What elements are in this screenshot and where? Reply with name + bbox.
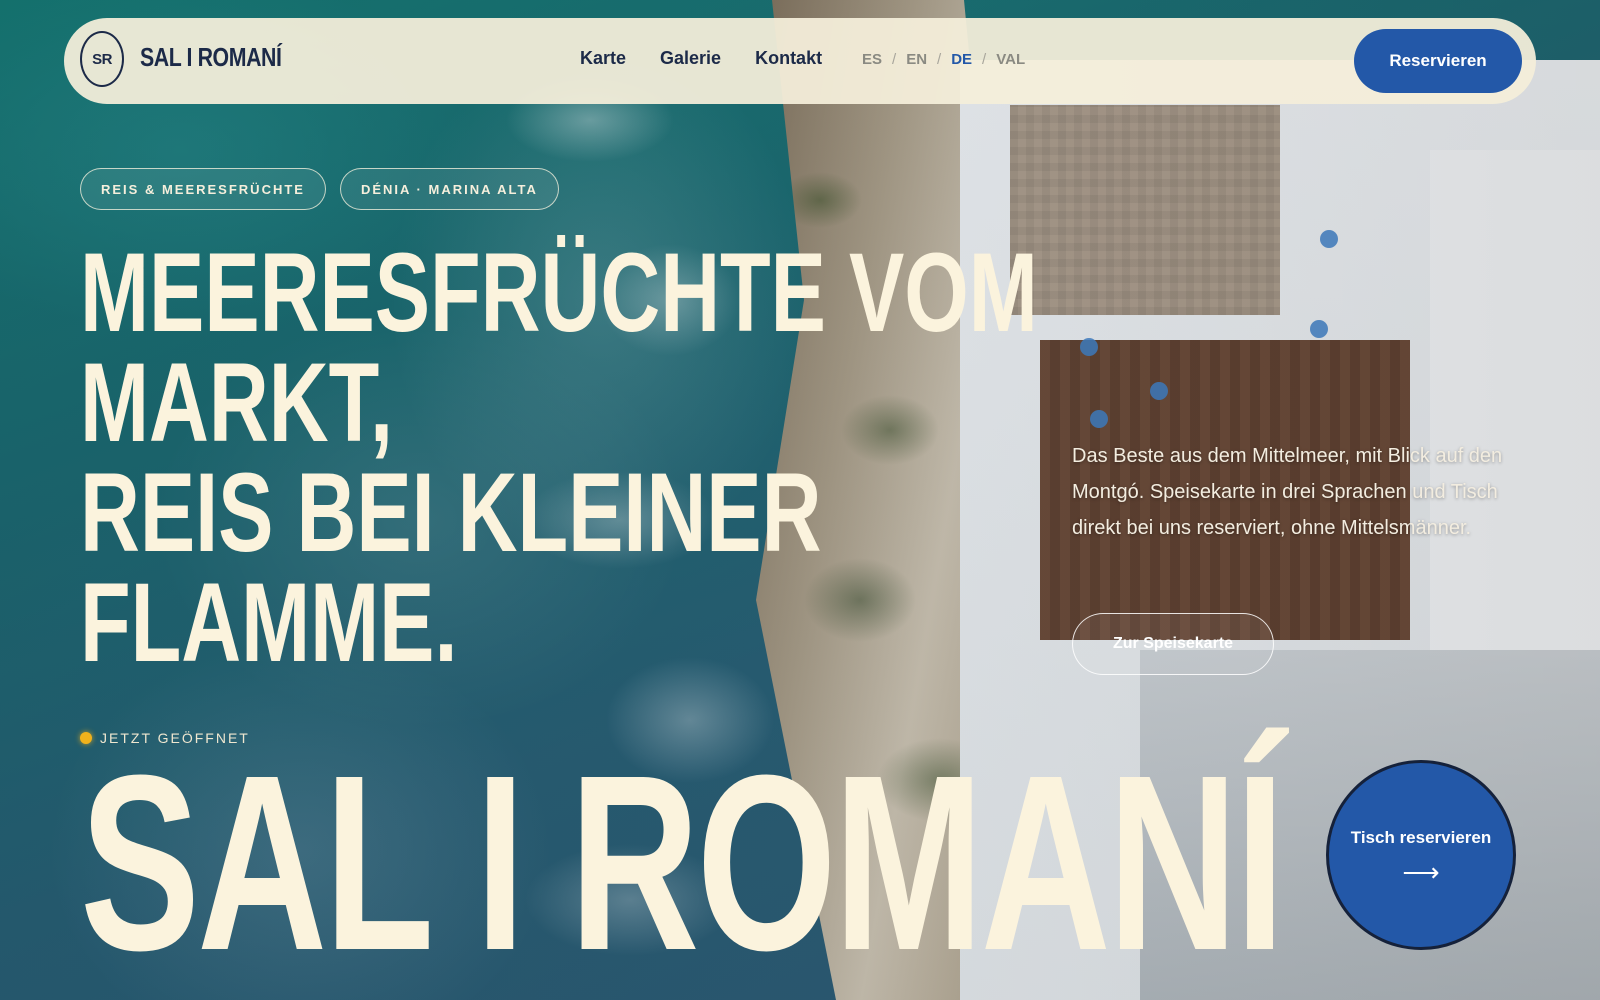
cta-label: Tisch reservieren xyxy=(1350,828,1492,847)
logo-brand-name[interactable]: SAL I ROMANÍ xyxy=(140,42,282,73)
lang-separator: / xyxy=(937,51,942,68)
hero-description: Das Beste aus dem Mittelmeer, mit Blick … xyxy=(1072,445,1503,539)
headline-line-1: MEERESFRÜCHTE VOM xyxy=(80,230,1038,355)
hero-tags: REIS & MEERESFRÜCHTE DÉNIA · MARINA ALTA xyxy=(80,168,559,210)
lang-option-de[interactable]: DE xyxy=(951,51,972,68)
headline-line-4: FLAMME. xyxy=(80,560,458,685)
lang-option-val[interactable]: VAL xyxy=(996,51,1025,68)
lang-separator: / xyxy=(892,51,897,68)
lang-separator: / xyxy=(982,51,987,68)
lang-option-es[interactable]: ES xyxy=(862,51,882,68)
headline-line-2: MARKT, xyxy=(80,340,394,465)
nav-link-kontakt[interactable]: Kontakt xyxy=(755,48,822,69)
table-reserve-circle-button[interactable]: Tisch reservieren ⟶ xyxy=(1326,760,1516,950)
headline-line-3: REIS BEI KLEINER xyxy=(80,450,822,575)
logo-mark[interactable]: SR xyxy=(80,31,124,87)
lang-option-en[interactable]: EN xyxy=(906,51,927,68)
arrow-right-icon: ⟶ xyxy=(1402,857,1440,887)
main-nav: Karte Galerie Kontakt xyxy=(580,48,822,69)
language-switcher: ES / EN / DE / VAL xyxy=(862,51,1025,68)
reserve-button[interactable]: Reservieren xyxy=(1354,29,1522,93)
menu-button[interactable]: Zur Speisekarte xyxy=(1072,613,1274,675)
brand-wordmark-large: SAL I ROMANÍ xyxy=(80,723,1285,1000)
nav-link-galerie[interactable]: Galerie xyxy=(660,48,721,69)
hero-headline: MEERESFRÜCHTE VOM MARKT, REIS BEI KLEINE… xyxy=(80,230,1038,685)
tag-cuisine: REIS & MEERESFRÜCHTE xyxy=(80,168,326,210)
nav-link-karte[interactable]: Karte xyxy=(580,48,626,69)
top-navigation-bar: SR SAL I ROMANÍ Karte Galerie Kontakt ES… xyxy=(64,18,1536,104)
tag-location: DÉNIA · MARINA ALTA xyxy=(339,168,559,210)
